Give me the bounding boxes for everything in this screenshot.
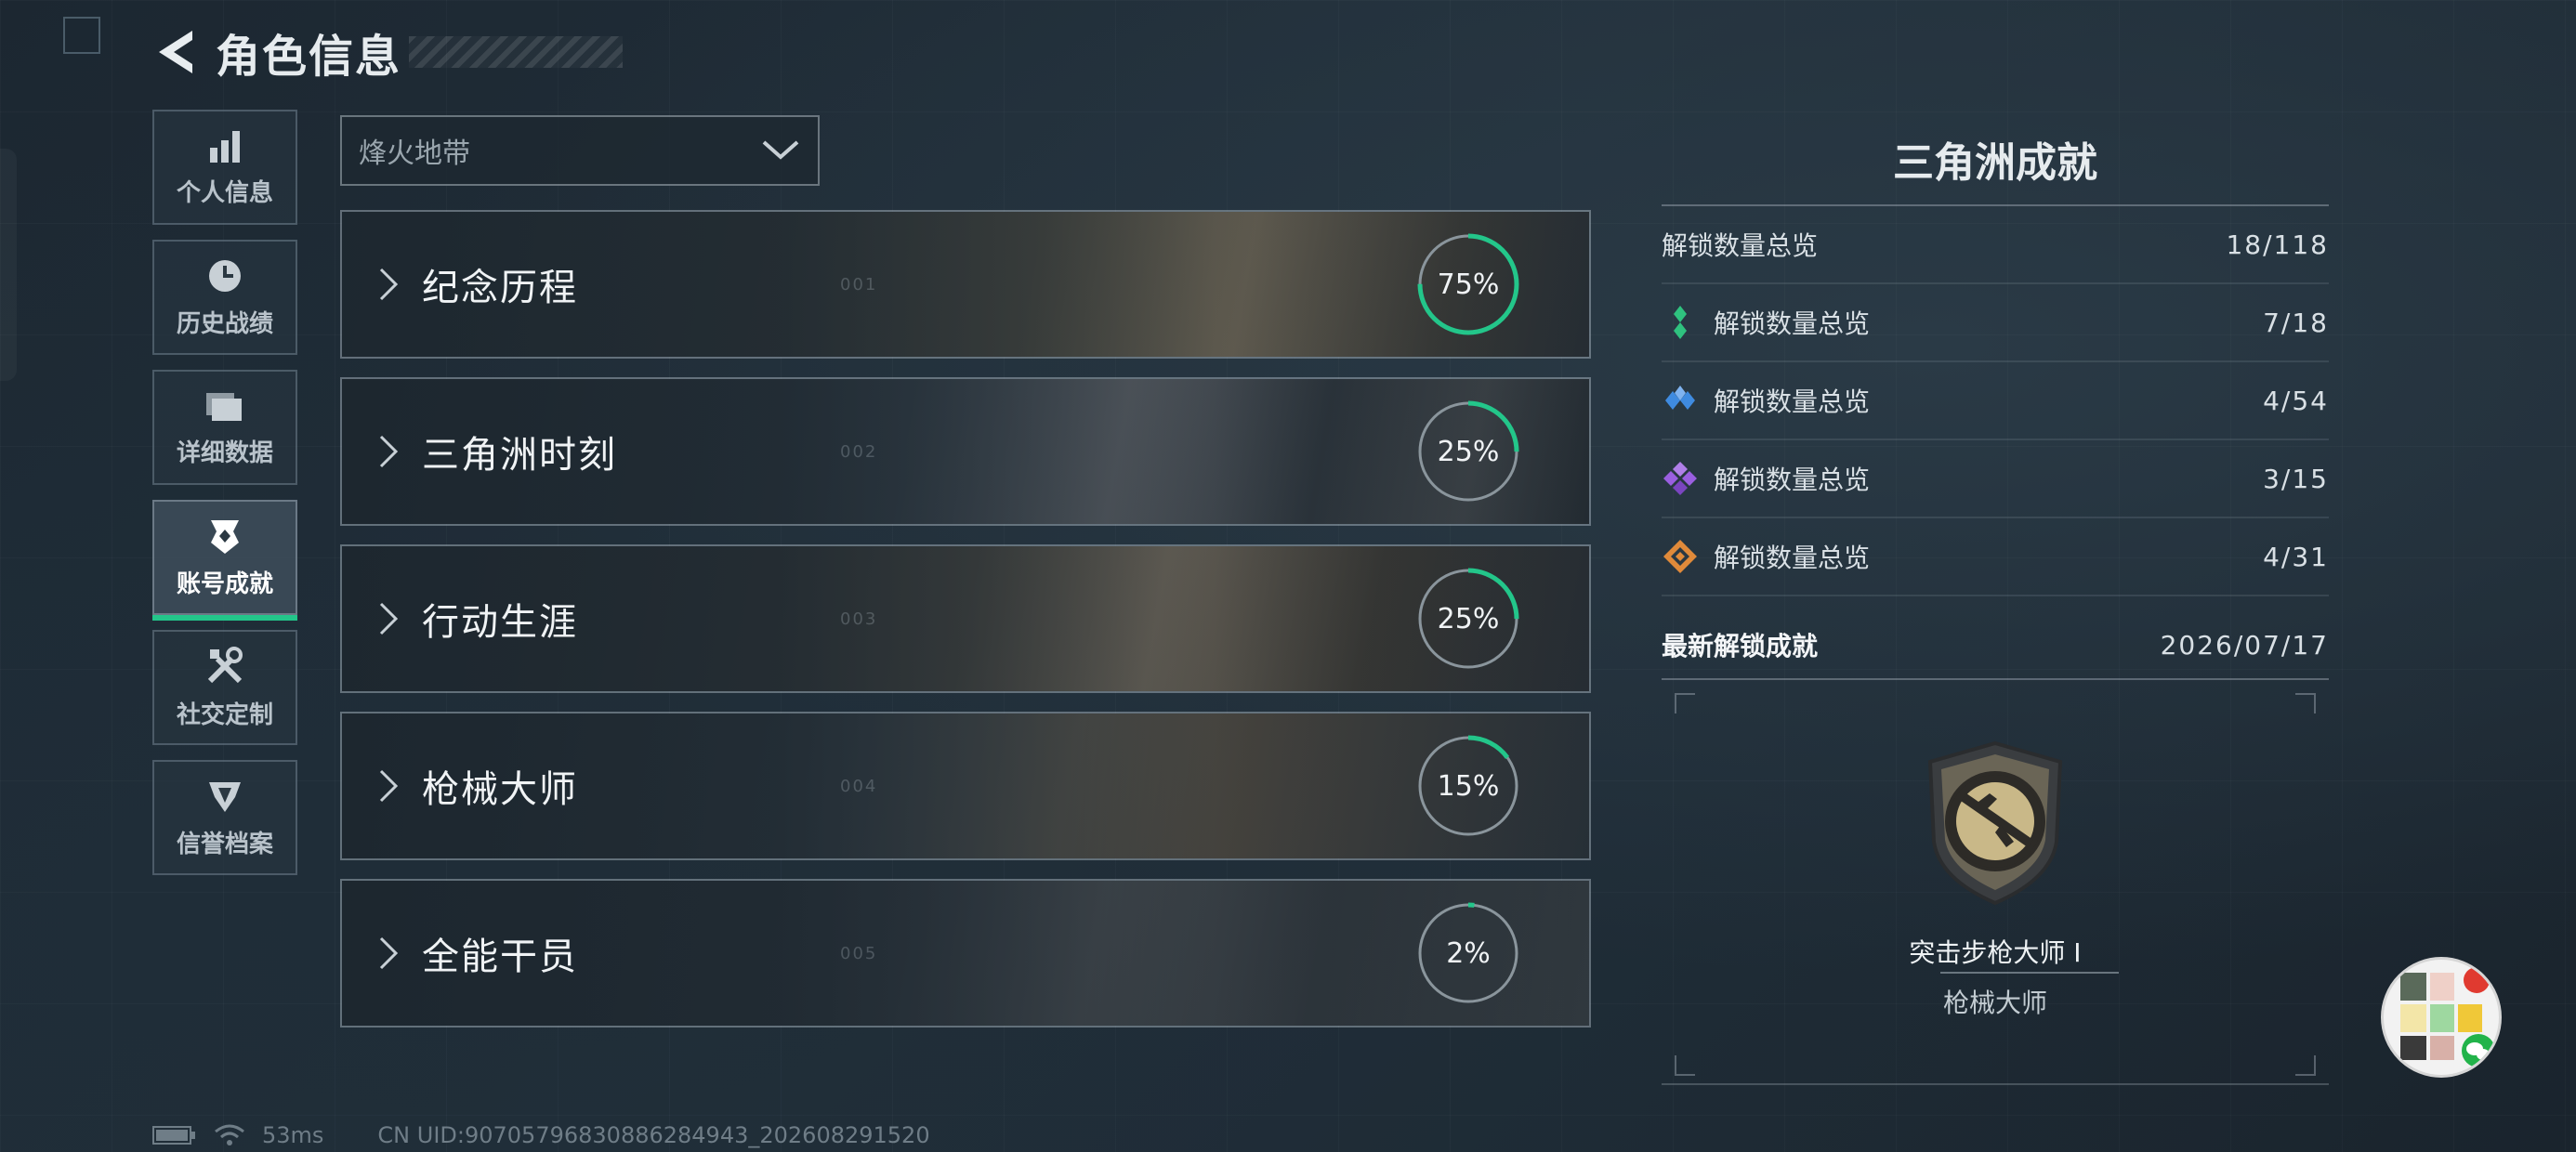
wifi-icon (215, 1124, 244, 1145)
progress-percent: 2% (1446, 936, 1491, 970)
sidebar-item-achievements[interactable]: 账号成就 (152, 500, 297, 621)
achievement-summary-panel: 三角洲成就 解锁数量总览 18/118 解锁数量总览 7/18 解锁数量总览 4… (1662, 130, 2329, 1085)
tier-row: 解锁数量总览 4/31 (1662, 518, 2329, 596)
category-title: 全能干员 (422, 936, 578, 978)
chevron-right-icon (379, 602, 399, 635)
group-avatar-icon (2400, 967, 2495, 1067)
sidebar-item-history[interactable]: 历史战绩 (152, 240, 297, 355)
chevron-right-icon (379, 268, 399, 301)
edge-handle (0, 149, 17, 381)
sidebar-item-label: 详细数据 (176, 439, 273, 467)
badge-name: 突击步枪大师 I (1909, 937, 2082, 968)
sidebar: 个人信息 历史战绩 详细数据 账号成就 社交定制 信誉档案 (152, 110, 299, 890)
folder-icon (206, 392, 242, 421)
corner-bracket (1675, 1055, 1695, 1076)
latest-unlock-header: 最新解锁成就 2026/07/17 (1662, 611, 2329, 680)
category-title: 枪械大师 (422, 768, 578, 811)
tier-label: 解锁数量总览 (1714, 465, 1871, 495)
mode-select-value: 烽火地带 (359, 137, 470, 170)
badge-category: 枪械大师 (1942, 988, 2047, 1018)
tier-label-group: 解锁数量总览 (1662, 382, 1870, 419)
tier-label: 解锁数量总览 (1714, 386, 1871, 417)
progress-percent: 15% (1437, 769, 1500, 803)
history-clock-icon (209, 259, 241, 292)
unlock-total-label: 解锁数量总览 (1662, 230, 1819, 261)
corner-bracket (1675, 693, 1695, 713)
category-row[interactable]: 行动生涯 003 25% (340, 544, 1591, 693)
chevron-right-icon (379, 769, 399, 803)
tier-row: 解锁数量总览 4/54 (1662, 362, 2329, 440)
sidebar-item-label: 信誉档案 (176, 830, 273, 858)
back-button[interactable] (152, 24, 201, 80)
progress-percent: 75% (1437, 268, 1500, 301)
category-row[interactable]: 三角洲时刻 002 25% (340, 377, 1591, 526)
user-uid: CN UID:9070579683088628494​3_20260829152… (377, 1122, 930, 1148)
progress-percent: 25% (1437, 602, 1500, 635)
sidebar-item-reputation[interactable]: 信誉档案 (152, 760, 297, 875)
tools-icon (207, 646, 243, 683)
category-row[interactable]: 枪械大师 004 15% (340, 712, 1591, 860)
orange-tier-gem-icon (1663, 540, 1697, 573)
tier-label: 解锁数量总览 (1714, 308, 1871, 339)
green-tier-gem-icon (1674, 306, 1687, 339)
sidebar-item-social[interactable]: 社交定制 (152, 630, 297, 745)
chevron-right-icon (379, 936, 399, 970)
corner-decoration (63, 17, 100, 54)
category-row[interactable]: 纪念历程 001 75% (340, 210, 1591, 359)
status-footer: 53ms CN UID:9070579683088628494​3_202608… (152, 1122, 930, 1148)
latest-badge-card[interactable]: 突击步枪大师 I 枪械大师 (1662, 693, 2329, 1085)
sidebar-item-personal-info[interactable]: 个人信息 (152, 110, 297, 225)
achievement-category-list: 纪念历程 001 75% 三角洲时刻 002 25% 行动生涯 003 25% … (340, 210, 1591, 1046)
battery-icon (152, 1126, 195, 1145)
reputation-icon (209, 781, 241, 812)
achievement-badge-icon (211, 519, 239, 554)
tier-row: 解锁数量总览 7/18 (1662, 284, 2329, 362)
mode-select-dropdown[interactable]: 烽火地带 (340, 115, 820, 186)
page-title: 角色信息 (216, 31, 402, 83)
tier-label-group: 解锁数量总览 (1662, 538, 1870, 575)
title-hatch-decoration (409, 36, 624, 68)
sidebar-item-label: 个人信息 (176, 178, 273, 207)
sidebar-item-label: 账号成就 (176, 569, 273, 598)
category-number: 002 (840, 441, 878, 462)
corner-bracket (2295, 693, 2316, 713)
sidebar-item-label: 社交定制 (176, 700, 273, 729)
bar-chart-icon (210, 130, 240, 163)
category-title: 纪念历程 (422, 267, 578, 309)
unlock-total-value: 18/118 (2226, 229, 2329, 260)
latest-unlock-label: 最新解锁成就 (1662, 631, 1819, 661)
tier-row: 解锁数量总览 3/15 (1662, 440, 2329, 518)
badge-divider (1940, 972, 2119, 974)
category-number: 001 (840, 274, 878, 295)
category-row[interactable]: 全能干员 005 2% (340, 879, 1591, 1028)
category-number: 003 (840, 609, 878, 629)
category-title: 三角洲时刻 (422, 434, 617, 477)
sidebar-item-detail-data[interactable]: 详细数据 (152, 370, 297, 485)
corner-bracket (2295, 1055, 2316, 1076)
tier-value: 4/31 (2263, 541, 2329, 572)
floating-chat-avatar[interactable] (2381, 957, 2502, 1078)
category-number: 005 (840, 943, 878, 963)
page-header: 角色信息 (152, 19, 624, 85)
tier-label-group: 解锁数量总览 (1662, 460, 1870, 497)
assault-rifle-badge-icon (1927, 740, 2063, 906)
purple-tier-gem-icon (1663, 462, 1697, 495)
category-number: 004 (840, 776, 878, 796)
panel-title: 三角洲成就 (1662, 130, 2329, 206)
tier-label: 解锁数量总览 (1714, 543, 1871, 573)
blue-tier-gem-icon (1665, 386, 1695, 410)
chevron-right-icon (379, 435, 399, 468)
back-arrow-icon (159, 31, 192, 73)
tier-value: 3/15 (2263, 463, 2329, 494)
ping-value: 53ms (262, 1122, 324, 1148)
category-title: 行动生涯 (422, 601, 578, 644)
chevron-down-icon (762, 140, 799, 160)
unlock-total-row: 解锁数量总览 18/118 (1662, 206, 2329, 284)
progress-percent: 25% (1437, 435, 1500, 468)
tier-value: 7/18 (2263, 307, 2329, 338)
tier-value: 4/54 (2263, 385, 2329, 416)
tier-label-group: 解锁数量总览 (1662, 304, 1870, 341)
sidebar-item-label: 历史战绩 (176, 309, 273, 338)
latest-unlock-date: 2026/07/17 (2160, 629, 2329, 661)
